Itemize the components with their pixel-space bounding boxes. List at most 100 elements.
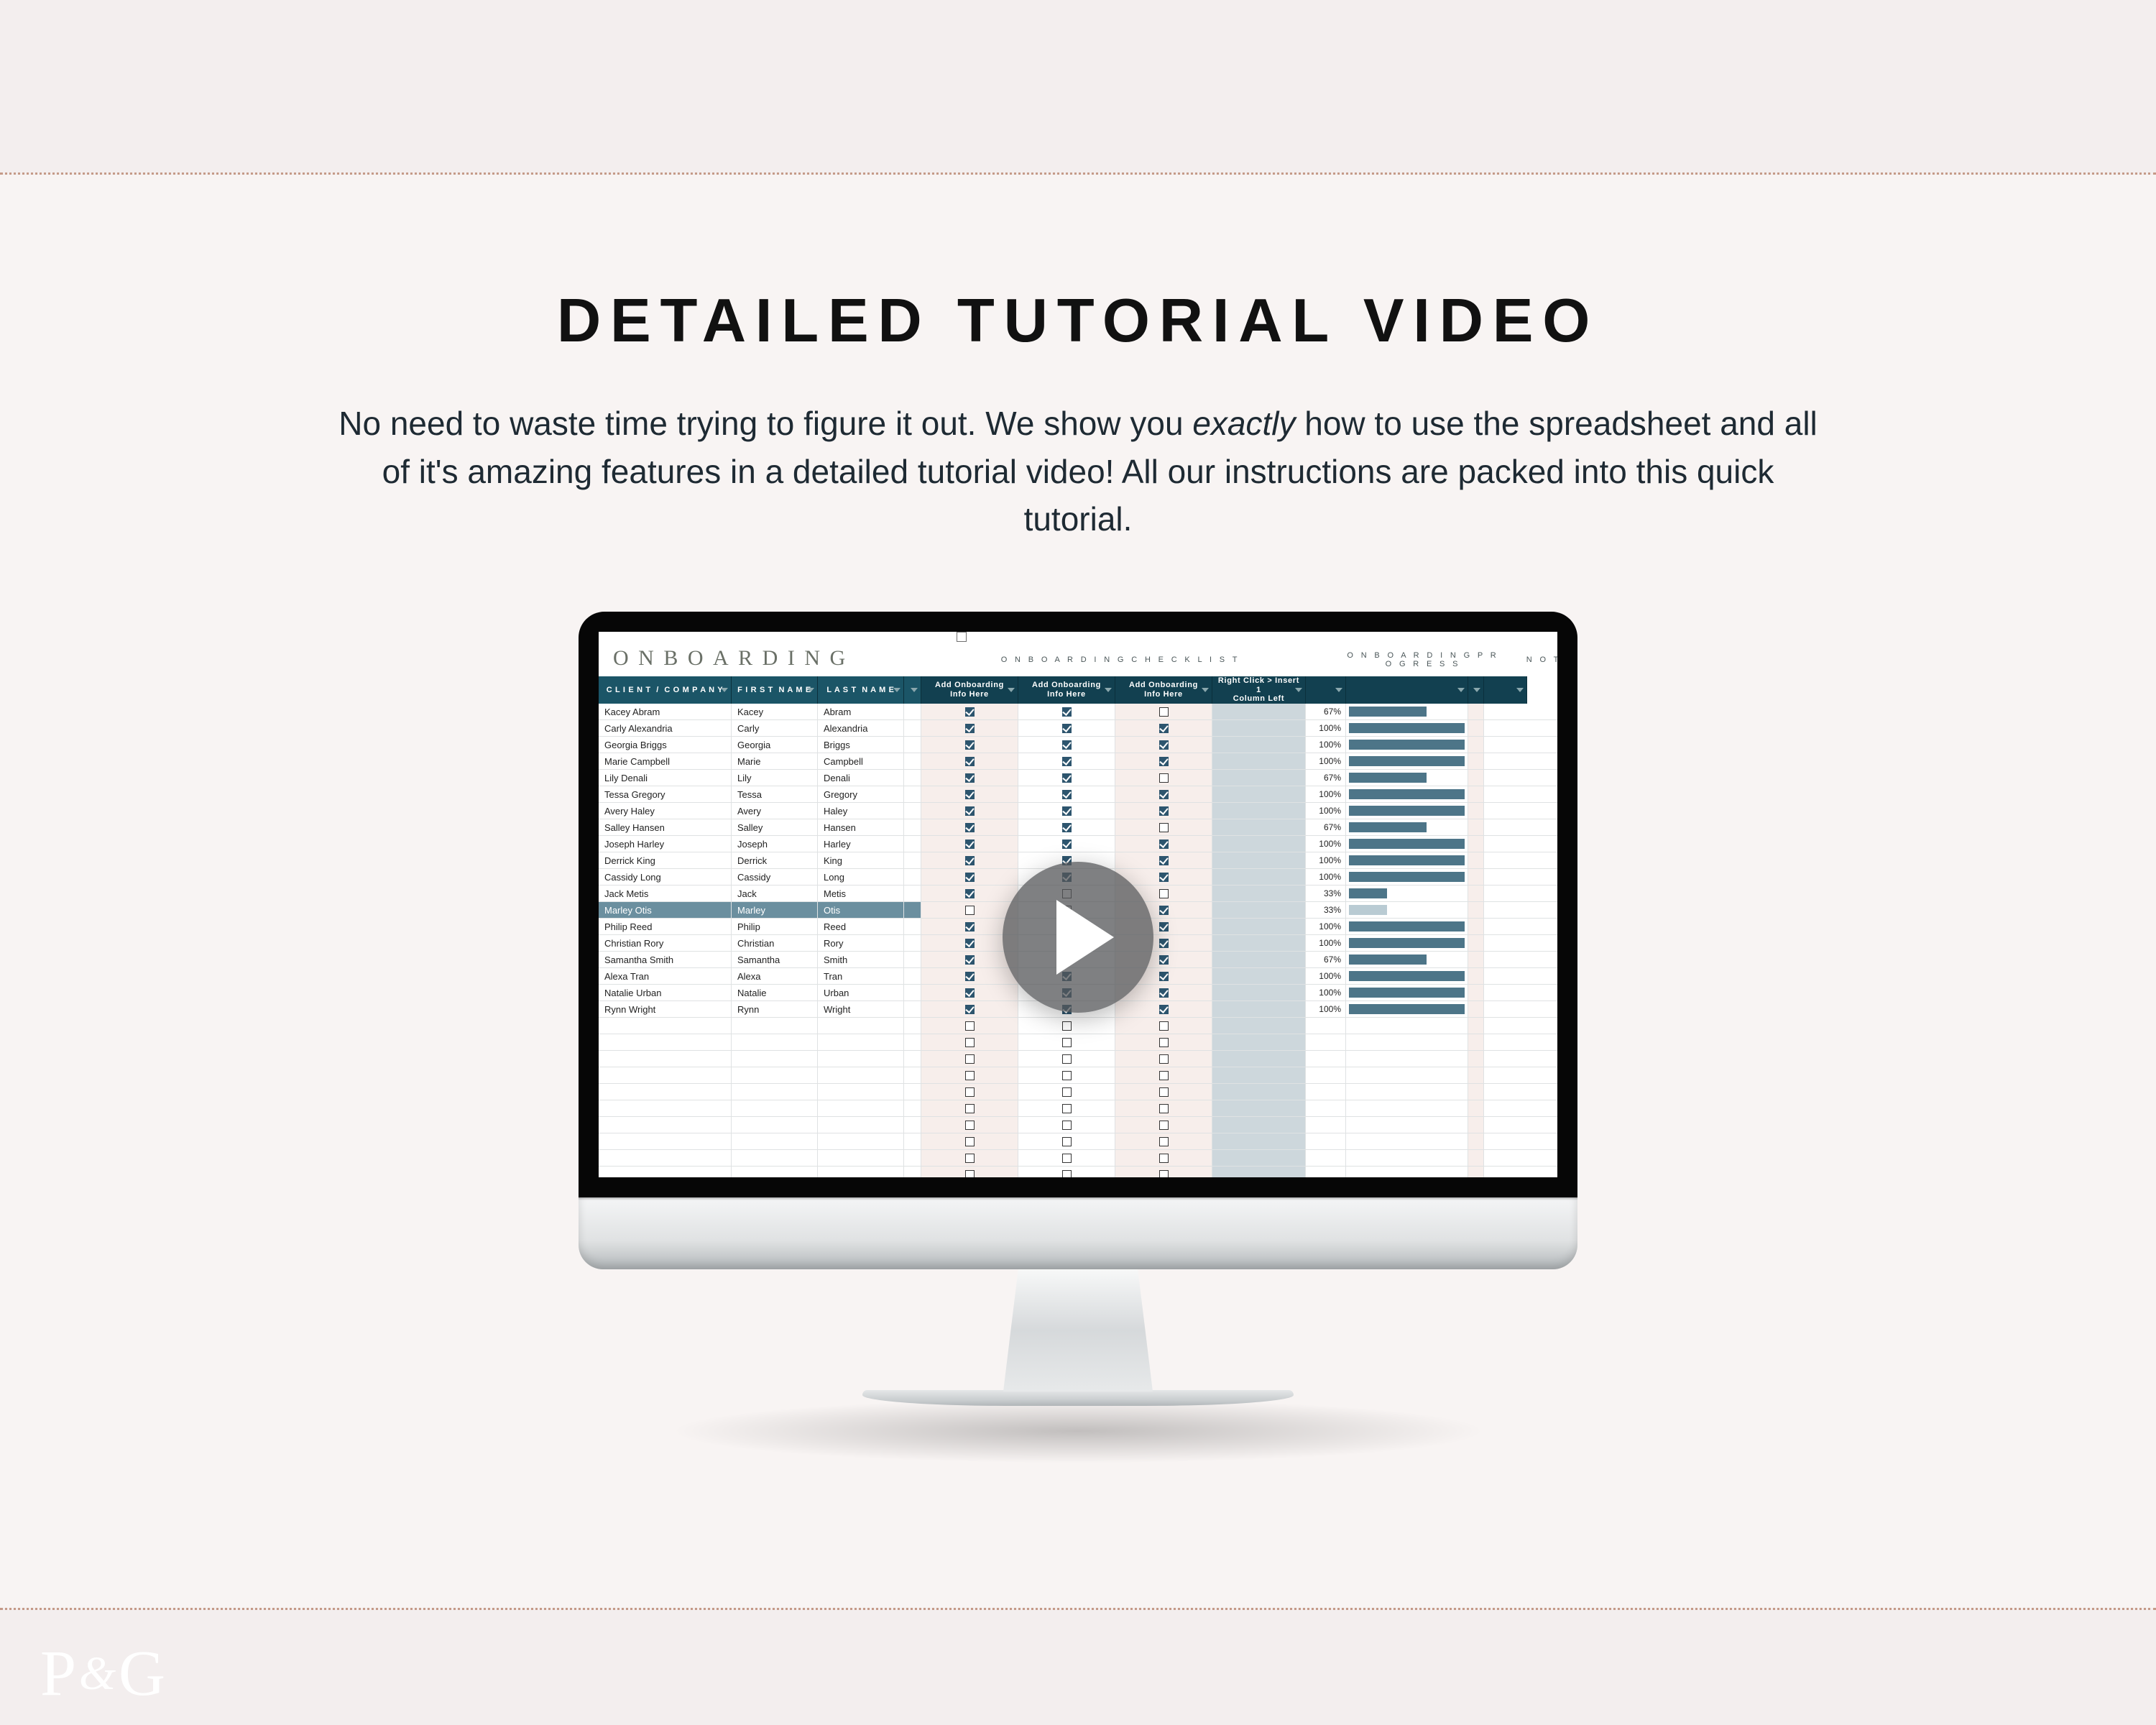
checkbox-icon[interactable]: [965, 1154, 975, 1163]
checkbox-icon[interactable]: [965, 1054, 975, 1064]
client-cell[interactable]: [599, 1117, 732, 1133]
checkbox-icon[interactable]: [965, 1021, 975, 1031]
last-name-cell[interactable]: Denali: [818, 770, 904, 786]
checkbox-icon[interactable]: [965, 972, 975, 981]
checkbox-icon[interactable]: [1159, 1137, 1169, 1146]
checkbox-icon[interactable]: [1062, 773, 1072, 783]
checkbox-icon[interactable]: [1062, 1087, 1072, 1097]
checkbox-icon[interactable]: [1159, 1121, 1169, 1130]
first-name-cell[interactable]: Alexa: [732, 968, 818, 984]
checkbox-icon[interactable]: [1062, 707, 1072, 717]
checkbox-icon[interactable]: [965, 823, 975, 832]
last-name-cell[interactable]: Urban: [818, 985, 904, 1000]
first-name-cell[interactable]: [732, 1067, 818, 1083]
checkbox-icon[interactable]: [1159, 939, 1169, 948]
client-cell[interactable]: Alexa Tran: [599, 968, 732, 984]
client-cell[interactable]: Tessa Gregory: [599, 786, 732, 802]
checkbox-icon[interactable]: [1159, 922, 1169, 932]
checkbox-icon[interactable]: [1159, 840, 1169, 849]
column-header[interactable]: Right Click > Insert 1 Column Left: [1212, 676, 1306, 704]
checkbox-icon[interactable]: [1159, 955, 1169, 965]
last-name-cell[interactable]: [818, 1100, 904, 1116]
checkbox-icon[interactable]: [1159, 1021, 1169, 1031]
last-name-cell[interactable]: Metis: [818, 886, 904, 901]
first-name-cell[interactable]: Joseph: [732, 836, 818, 852]
checkbox-icon[interactable]: [965, 806, 975, 816]
checkbox-icon[interactable]: [1062, 1121, 1072, 1130]
client-cell[interactable]: Joseph Harley: [599, 836, 732, 852]
checkbox-icon[interactable]: [1062, 1154, 1072, 1163]
last-name-cell[interactable]: Otis: [818, 902, 904, 918]
first-name-cell[interactable]: Cassidy: [732, 869, 818, 885]
checkbox-icon[interactable]: [1159, 1104, 1169, 1113]
last-name-cell[interactable]: [818, 1034, 904, 1050]
checkbox-icon[interactable]: [1159, 740, 1169, 750]
checkbox-icon[interactable]: [1159, 906, 1169, 915]
first-name-cell[interactable]: Derrick: [732, 852, 818, 868]
checkbox-icon[interactable]: [1159, 1054, 1169, 1064]
last-name-cell[interactable]: [818, 1067, 904, 1083]
checkbox-icon[interactable]: [1062, 1104, 1072, 1113]
first-name-cell[interactable]: [732, 1034, 818, 1050]
first-name-cell[interactable]: [732, 1018, 818, 1034]
client-cell[interactable]: Salley Hansen: [599, 819, 732, 835]
client-cell[interactable]: Cassidy Long: [599, 869, 732, 885]
checkbox-icon[interactable]: [1159, 823, 1169, 832]
last-name-cell[interactable]: Harley: [818, 836, 904, 852]
first-name-cell[interactable]: [732, 1150, 818, 1166]
first-name-cell[interactable]: [732, 1117, 818, 1133]
first-name-cell[interactable]: Jack: [732, 886, 818, 901]
last-name-cell[interactable]: [818, 1018, 904, 1034]
checkbox-icon[interactable]: [1062, 1054, 1072, 1064]
checkbox-icon[interactable]: [965, 724, 975, 733]
checkbox-icon[interactable]: [1159, 1087, 1169, 1097]
column-header[interactable]: [904, 676, 921, 704]
column-header[interactable]: Add Onboarding Info Here: [1018, 676, 1115, 704]
client-cell[interactable]: [599, 1167, 732, 1177]
first-name-cell[interactable]: [732, 1084, 818, 1100]
first-name-cell[interactable]: [732, 1167, 818, 1177]
client-cell[interactable]: Jack Metis: [599, 886, 732, 901]
checkbox-icon[interactable]: [965, 856, 975, 865]
checkbox-icon[interactable]: [1062, 740, 1072, 750]
checkbox-icon[interactable]: [1159, 1071, 1169, 1080]
first-name-cell[interactable]: Carly: [732, 720, 818, 736]
checkbox-icon[interactable]: [965, 840, 975, 849]
checkbox-icon[interactable]: [965, 906, 975, 915]
checkbox-icon[interactable]: [965, 757, 975, 766]
checkbox-icon[interactable]: [1159, 1038, 1169, 1047]
first-name-cell[interactable]: Christian: [732, 935, 818, 951]
last-name-cell[interactable]: [818, 1167, 904, 1177]
column-header[interactable]: C L I E N T / C O M P A N Y: [599, 676, 732, 704]
client-cell[interactable]: Avery Haley: [599, 803, 732, 819]
first-name-cell[interactable]: Kacey: [732, 704, 818, 719]
first-name-cell[interactable]: Avery: [732, 803, 818, 819]
first-name-cell[interactable]: Salley: [732, 819, 818, 835]
client-cell[interactable]: [599, 1100, 732, 1116]
checkbox-icon[interactable]: [1062, 1137, 1072, 1146]
checkbox-icon[interactable]: [965, 773, 975, 783]
client-cell[interactable]: Rynn Wright: [599, 1001, 732, 1017]
last-name-cell[interactable]: [818, 1117, 904, 1133]
checkbox-icon[interactable]: [1159, 1005, 1169, 1014]
column-header[interactable]: Add Onboarding Info Here: [1115, 676, 1212, 704]
last-name-cell[interactable]: Tran: [818, 968, 904, 984]
checkbox-icon[interactable]: [1159, 873, 1169, 882]
client-cell[interactable]: Derrick King: [599, 852, 732, 868]
client-cell[interactable]: [599, 1067, 732, 1083]
checkbox-icon[interactable]: [1062, 790, 1072, 799]
first-name-cell[interactable]: Marie: [732, 753, 818, 769]
checkbox-icon[interactable]: [965, 1104, 975, 1113]
last-name-cell[interactable]: [818, 1051, 904, 1067]
column-header[interactable]: F I R S T N A M E: [732, 676, 818, 704]
first-name-cell[interactable]: Lily: [732, 770, 818, 786]
column-header[interactable]: [1346, 676, 1468, 704]
checkbox-icon[interactable]: [1159, 856, 1169, 865]
last-name-cell[interactable]: Haley: [818, 803, 904, 819]
client-cell[interactable]: [599, 1133, 732, 1149]
client-cell[interactable]: [599, 1084, 732, 1100]
first-name-cell[interactable]: [732, 1100, 818, 1116]
checkbox-icon[interactable]: [1062, 1170, 1072, 1178]
client-cell[interactable]: Georgia Briggs: [599, 737, 732, 753]
last-name-cell[interactable]: Gregory: [818, 786, 904, 802]
